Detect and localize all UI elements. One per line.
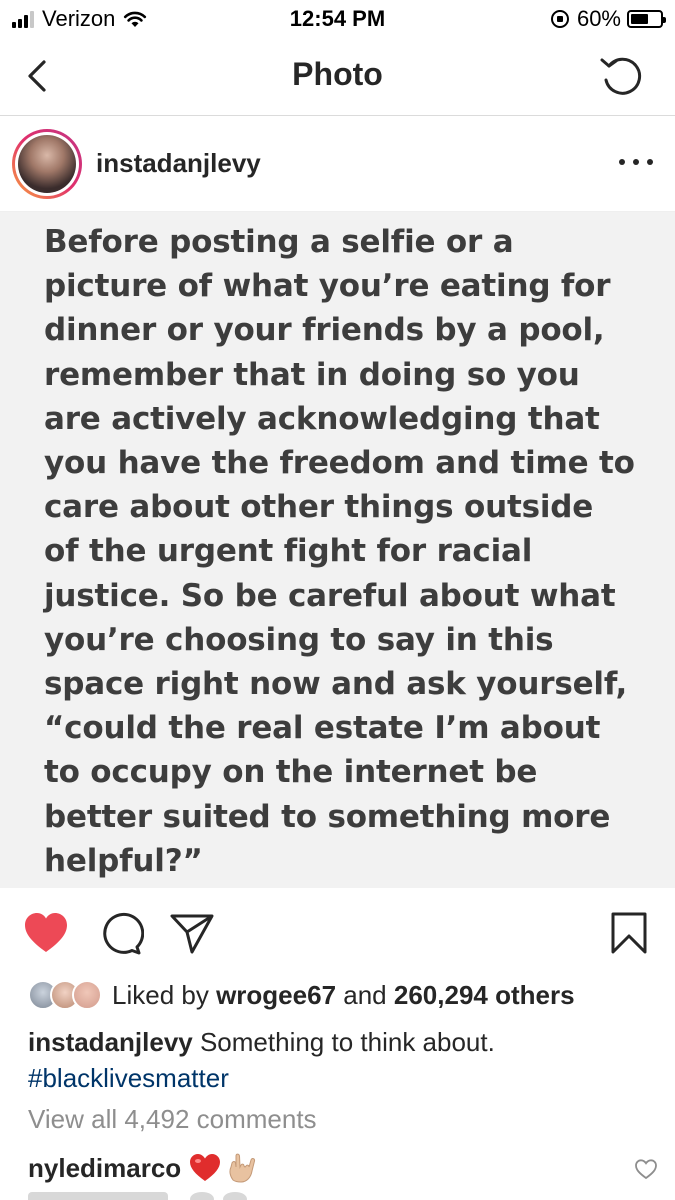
post-image[interactable]: Before posting a selfie or a picture of …	[0, 212, 675, 888]
battery-percent: 60%	[576, 6, 621, 31]
likes-others[interactable]: 260,294 others	[394, 980, 575, 1010]
post-image-text: Before posting a selfie or a picture of …	[44, 224, 635, 879]
view-all-comments-link[interactable]: View all 4,492 comments	[28, 1104, 317, 1135]
caption: instadanjlevy Something to think about. …	[28, 1024, 658, 1096]
love-you-gesture-emoji-icon	[229, 1153, 256, 1183]
liker-avatars	[28, 980, 102, 1010]
like-heart-icon[interactable]	[22, 910, 70, 956]
avatar-story-ring[interactable]	[12, 129, 82, 199]
post-header: instadanjlevy	[0, 116, 675, 212]
save-bookmark-icon[interactable]	[609, 910, 649, 956]
liker-avatar	[72, 980, 102, 1010]
likes-prefix: Liked by	[112, 979, 209, 1010]
status-bar: Verizon 12:54 PM 60%	[0, 0, 675, 38]
likes-text: Liked by wrogee67 and 260,294 others	[112, 980, 575, 1011]
avatar-frame	[15, 132, 79, 196]
caption-text: Something to think about.	[199, 1027, 495, 1057]
page-title: Photo	[292, 56, 383, 92]
refresh-icon[interactable]	[597, 52, 647, 102]
orientation-lock-icon	[550, 10, 569, 28]
caption-hashtag[interactable]: #blacklivesmatter	[28, 1060, 658, 1096]
likes-middle: and	[343, 979, 387, 1010]
battery-fill	[631, 14, 648, 24]
comment-icon[interactable]	[96, 910, 144, 956]
comment-username[interactable]: nyledimarco	[28, 1153, 181, 1184]
battery-icon	[627, 10, 666, 28]
post-actions	[0, 888, 675, 978]
comment-like-heart-icon[interactable]	[634, 1158, 658, 1180]
avatar	[18, 135, 76, 193]
likes-user[interactable]: wrogee67	[216, 980, 336, 1010]
share-paper-plane-icon[interactable]	[168, 910, 216, 956]
caption-username[interactable]: instadanjlevy	[28, 1027, 193, 1057]
more-options-icon[interactable]	[619, 152, 653, 172]
red-heart-emoji-icon	[190, 1154, 221, 1181]
likes-summary[interactable]: Liked by wrogee67 and 260,294 others	[28, 976, 575, 1014]
post-username[interactable]: instadanjlevy	[96, 148, 261, 179]
nav-bar: Photo	[0, 38, 675, 116]
next-comment-row-cut-off	[28, 1192, 328, 1200]
status-right: 60%	[550, 6, 666, 32]
comment-row: nyledimarco	[28, 1148, 658, 1188]
